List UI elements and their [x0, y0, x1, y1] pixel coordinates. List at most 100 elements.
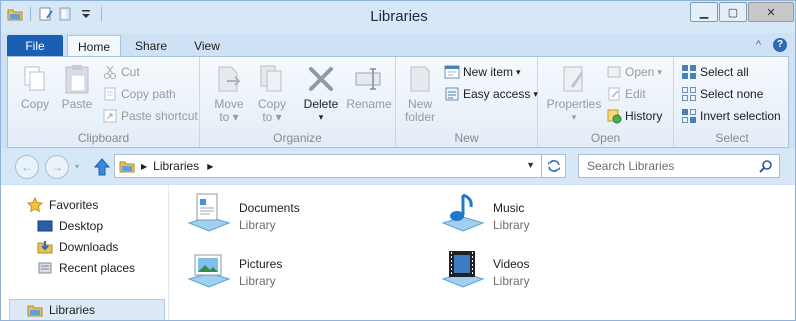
ribbon-tabs: File Home Share View ^ ?: [1, 34, 795, 57]
search-icon[interactable]: [759, 159, 773, 173]
search-box[interactable]: Search Libraries: [578, 154, 780, 178]
new-item-button[interactable]: New item ▾: [444, 63, 521, 81]
copy-button[interactable]: Copy: [15, 63, 55, 111]
libraries-icon: [119, 158, 135, 174]
library-kind: Library: [493, 274, 530, 288]
forward-button[interactable]: →: [45, 155, 69, 179]
invert-selection-button[interactable]: Invert selection: [681, 107, 781, 125]
library-kind: Library: [493, 218, 530, 232]
library-name: Pictures: [239, 257, 283, 271]
paste-button[interactable]: Paste: [57, 63, 97, 111]
tab-share[interactable]: Share: [125, 35, 177, 57]
history-button[interactable]: History: [606, 107, 662, 125]
address-dropdown-icon[interactable]: ▼: [526, 160, 535, 170]
nav-libraries[interactable]: Libraries: [27, 301, 95, 319]
library-name: Music: [493, 201, 525, 215]
select-none-icon: [681, 86, 697, 102]
move-to-icon: [213, 63, 245, 95]
window-title: Libraries: [370, 8, 428, 25]
minimize-icon: ▁: [699, 6, 709, 19]
nav-desktop[interactable]: Desktop: [37, 217, 103, 235]
help-icon[interactable]: ?: [773, 38, 787, 52]
select-none-button[interactable]: Select none: [681, 85, 763, 103]
cut-button[interactable]: Cut: [102, 63, 140, 81]
maximize-button[interactable]: ▢: [719, 2, 747, 22]
library-pictures[interactable]: Pictures Library: [185, 247, 282, 293]
breadcrumb-separator-icon[interactable]: ▶: [141, 162, 147, 171]
select-all-button[interactable]: Select all: [681, 63, 749, 81]
select-group-label: Select: [715, 131, 749, 145]
refresh-button[interactable]: [542, 154, 566, 178]
new-folder-icon: [404, 63, 436, 95]
properties-button[interactable]: Properties ▾: [546, 63, 602, 124]
open-label: Open: [625, 65, 655, 79]
nav-libraries-label: Libraries: [49, 303, 96, 317]
refresh-icon: [547, 160, 560, 172]
nav-downloads[interactable]: Downloads: [37, 238, 118, 256]
back-button[interactable]: ←: [15, 155, 39, 179]
paste-label: Paste: [61, 97, 93, 111]
music-library-icon: [441, 193, 485, 232]
easy-access-button[interactable]: Easy access ▾: [444, 85, 538, 103]
move-to-button[interactable]: Move to ▾: [209, 63, 249, 124]
move-to-label-2: to: [219, 110, 230, 124]
minimize-ribbon-icon[interactable]: ^: [756, 39, 761, 51]
paste-icon: [61, 63, 93, 95]
invert-selection-label: Invert selection: [700, 109, 781, 123]
tab-file[interactable]: File: [7, 35, 63, 57]
copy-path-button[interactable]: Copy path: [102, 85, 176, 103]
recent-locations-chevron-icon[interactable]: ▾: [75, 162, 79, 171]
pictures-library-icon: [187, 254, 231, 288]
copy-label: Copy: [20, 97, 49, 111]
library-name: Videos: [493, 257, 530, 271]
content-area: Favorites Desktop Downloads Recent place…: [1, 185, 795, 320]
close-button[interactable]: ✕: [748, 2, 794, 22]
rename-icon: [353, 63, 385, 95]
star-icon: [26, 196, 44, 213]
documents-library-icon: [187, 193, 231, 232]
paste-shortcut-label: Paste shortcut: [121, 109, 198, 123]
group-select: Select all Select none Invert selection …: [674, 57, 790, 147]
open-group-label: Open: [590, 131, 621, 145]
invert-selection-icon: [681, 108, 697, 124]
minimize-button[interactable]: ▁: [690, 2, 718, 22]
new-group-label: New: [454, 131, 479, 145]
edit-button[interactable]: Edit: [606, 85, 646, 103]
scissors-icon: [102, 64, 118, 80]
navigation-pane: Favorites Desktop Downloads Recent place…: [1, 185, 169, 320]
address-bar[interactable]: ▶ Libraries ▶ ▼: [114, 154, 542, 178]
open-button[interactable]: Open ▾: [606, 63, 662, 81]
edit-label: Edit: [625, 87, 646, 101]
library-music[interactable]: Music Library: [439, 191, 530, 237]
easy-access-label: Easy access: [463, 87, 531, 101]
delete-button[interactable]: Delete ▾: [299, 63, 343, 124]
library-documents[interactable]: Documents Library: [185, 191, 300, 237]
navigation-bar: ← → ▾ ▶ Libraries ▶ ▼ Search Libraries: [1, 149, 795, 184]
desktop-icon: [37, 218, 53, 234]
up-button[interactable]: [93, 157, 111, 177]
paste-shortcut-icon: [102, 108, 118, 124]
history-label: History: [625, 109, 663, 123]
ribbon-controls: ^ ?: [756, 38, 787, 52]
up-arrow-icon: [93, 158, 111, 176]
breadcrumb-chevron-icon[interactable]: ▶: [207, 162, 213, 171]
copy-to-label-2: to: [262, 110, 273, 124]
history-icon: [606, 108, 622, 124]
tab-view[interactable]: View: [181, 35, 233, 57]
caption-buttons: ▁ ▢ ✕: [690, 2, 794, 22]
tab-home[interactable]: Home: [67, 35, 121, 57]
nav-recent-places-label: Recent places: [59, 261, 136, 275]
breadcrumb-libraries[interactable]: Libraries: [153, 159, 199, 173]
properties-label: Properties: [546, 97, 602, 111]
nav-recent-places[interactable]: Recent places: [37, 259, 135, 277]
forward-arrow-icon: →: [51, 160, 63, 174]
title-bar: Libraries ▁ ▢ ✕: [1, 1, 795, 33]
paste-shortcut-button[interactable]: Paste shortcut: [102, 107, 198, 125]
library-videos[interactable]: Videos Library: [439, 247, 530, 293]
nav-favorites[interactable]: Favorites: [26, 196, 98, 214]
libraries-icon: [27, 302, 43, 318]
rename-button[interactable]: Rename: [346, 63, 392, 111]
copy-to-button[interactable]: Copy to ▾: [252, 63, 292, 124]
new-folder-button[interactable]: New folder: [400, 63, 440, 124]
edit-icon: [606, 86, 622, 102]
